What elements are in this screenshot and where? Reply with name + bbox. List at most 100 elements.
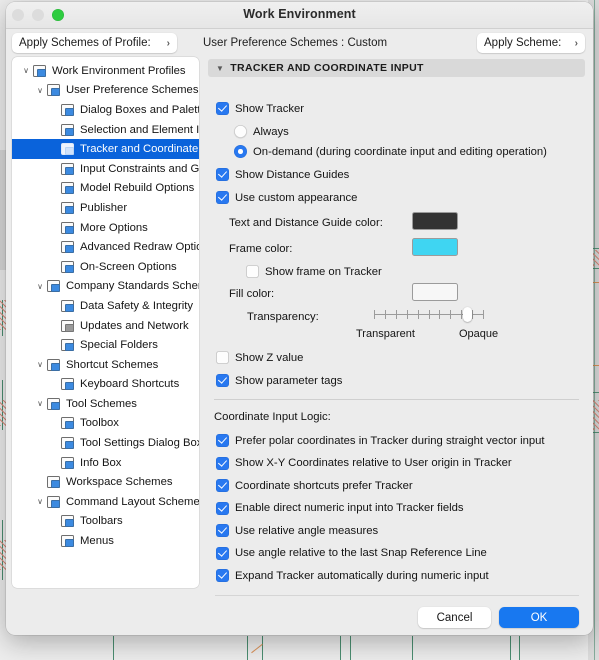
sidebar-item-label: More Options bbox=[80, 221, 148, 234]
sidebar-item-info-box[interactable]: Info Box bbox=[12, 453, 199, 473]
workspace-schemes-icon bbox=[46, 475, 62, 489]
chevron-down-icon[interactable]: ∨ bbox=[34, 399, 46, 408]
apply-scheme-button[interactable]: Apply Scheme: › bbox=[477, 33, 585, 53]
schemes-tree: ∨ Work Environment Profiles ∨ User Preferen… bbox=[12, 57, 199, 551]
always-radio[interactable] bbox=[234, 125, 247, 138]
sidebar-item-tool-schemes[interactable]: ∨ Tool Schemes bbox=[12, 394, 199, 414]
sidebar-item-label: Shortcut Schemes bbox=[66, 358, 159, 371]
slider-tick bbox=[472, 309, 474, 319]
show-parameter-tags-checkbox[interactable] bbox=[216, 374, 229, 387]
slider-thumb[interactable] bbox=[462, 307, 472, 322]
sidebar-item-work-environment-profiles[interactable]: ∨ Work Environment Profiles bbox=[12, 61, 199, 81]
use-custom-appearance-row[interactable]: Use custom appearance bbox=[216, 191, 357, 204]
text-guide-color-swatch[interactable] bbox=[412, 212, 458, 230]
chevron-down-icon[interactable]: ∨ bbox=[34, 497, 46, 506]
coordinate-logic-checkbox[interactable] bbox=[216, 524, 229, 537]
coordinate-logic-row[interactable]: Coordinate shortcuts prefer Tracker bbox=[216, 479, 413, 492]
coordinate-logic-row[interactable]: Prefer polar coordinates in Tracker duri… bbox=[216, 434, 545, 447]
show-tracker-label: Show Tracker bbox=[235, 102, 305, 115]
toolbox-icon bbox=[60, 416, 76, 430]
frame-color-swatch[interactable] bbox=[412, 238, 458, 256]
sidebar-item-toolbox[interactable]: Toolbox bbox=[12, 414, 199, 434]
sidebar-item-selection-and-element-informatic[interactable]: Selection and Element Informatic bbox=[12, 120, 199, 140]
triangle-down-icon[interactable]: ▼ bbox=[216, 64, 224, 73]
coordinate-logic-row[interactable]: Enable direct numeric input into Tracker… bbox=[216, 501, 464, 515]
show-frame-on-tracker-row[interactable]: Show frame on Tracker bbox=[246, 265, 382, 278]
chevron-down-icon[interactable]: ∨ bbox=[34, 360, 46, 369]
sidebar-item-tracker-and-coordinate-input[interactable]: Tracker and Coordinate Input bbox=[12, 139, 199, 159]
show-frame-on-tracker-label: Show frame on Tracker bbox=[265, 265, 382, 278]
sidebar-item-label: Special Folders bbox=[80, 339, 158, 352]
slider-tick bbox=[450, 309, 452, 319]
chevron-down-icon[interactable]: ∨ bbox=[34, 282, 46, 291]
sidebar-item-user-preference-schemes[interactable]: ∨ User Preference Schemes bbox=[12, 81, 199, 101]
sidebar-item-data-safety-integrity[interactable]: Data Safety & Integrity bbox=[12, 296, 199, 316]
show-distance-guides-row[interactable]: Show Distance Guides bbox=[216, 168, 349, 181]
coordinate-logic-checkbox[interactable] bbox=[216, 456, 229, 470]
show-z-value-row[interactable]: Show Z value bbox=[216, 351, 303, 364]
coordinate-logic-row[interactable]: Use relative angle measures bbox=[216, 524, 378, 537]
chevron-down-icon[interactable]: ∨ bbox=[34, 86, 46, 95]
coordinate-logic-label: Use angle relative to the last Snap Refe… bbox=[235, 547, 487, 559]
show-distance-guides-checkbox[interactable] bbox=[216, 168, 229, 181]
coordinate-logic-checkbox[interactable] bbox=[216, 546, 229, 560]
ok-button[interactable]: OK bbox=[499, 607, 579, 628]
sidebar-item-keyboard-shortcuts[interactable]: Keyboard Shortcuts bbox=[12, 375, 199, 395]
coordinate-logic-row[interactable]: Use angle relative to the last Snap Refe… bbox=[216, 546, 487, 560]
sidebar-item-label: User Preference Schemes bbox=[66, 84, 199, 97]
coordinate-logic-checkbox[interactable] bbox=[216, 501, 229, 515]
show-frame-on-tracker-checkbox[interactable] bbox=[246, 265, 259, 278]
sidebar-item-label: Input Constraints and Guides bbox=[80, 162, 199, 175]
sidebar-item-label: Data Safety & Integrity bbox=[80, 299, 194, 312]
chevron-down-icon[interactable]: ∨ bbox=[20, 66, 32, 75]
always-radio-row[interactable]: Always bbox=[234, 125, 289, 138]
sidebar-item-shortcut-schemes[interactable]: ∨ Shortcut Schemes bbox=[12, 355, 199, 375]
use-custom-appearance-checkbox[interactable] bbox=[216, 191, 229, 204]
show-tracker-row[interactable]: Show Tracker bbox=[216, 102, 304, 115]
coordinate-logic-checkbox[interactable] bbox=[216, 479, 229, 492]
sidebar-item-command-layout-schemes[interactable]: ∨ Command Layout Schemes bbox=[12, 492, 199, 512]
transparency-slider[interactable] bbox=[374, 307, 484, 322]
sidebar-item-company-standards-schemes[interactable]: ∨ Company Standards Schemes bbox=[12, 277, 199, 297]
slider-tick bbox=[384, 309, 386, 319]
sidebar-item-tool-settings-dialog-boxes[interactable]: Tool Settings Dialog Boxes bbox=[12, 433, 199, 453]
coordinate-logic-row[interactable]: Show X-Y Coordinates relative to User or… bbox=[216, 456, 512, 470]
data-safety-icon bbox=[60, 299, 76, 313]
slider-tick bbox=[406, 309, 408, 319]
sidebar-item-model-rebuild-options[interactable]: Model Rebuild Options bbox=[12, 179, 199, 199]
cancel-button[interactable]: Cancel bbox=[418, 607, 491, 628]
sidebar-item-toolbars[interactable]: Toolbars bbox=[12, 512, 199, 532]
sidebar-item-dialog-boxes-and-palettes[interactable]: Dialog Boxes and Palettes bbox=[12, 100, 199, 120]
coordinate-logic-checkbox[interactable] bbox=[216, 434, 229, 447]
show-z-value-checkbox[interactable] bbox=[216, 351, 229, 364]
settings-pane: ▼ TRACKER AND COORDINATE INPUT Show Trac… bbox=[199, 57, 593, 595]
sidebar-item-input-constraints-and-guides[interactable]: Input Constraints and Guides bbox=[12, 159, 199, 179]
section-header[interactable]: ▼ TRACKER AND COORDINATE INPUT bbox=[208, 59, 585, 77]
schemes-sidebar[interactable]: ∨ Work Environment Profiles ∨ User Preferen… bbox=[12, 57, 199, 588]
sidebar-item-on-screen-options[interactable]: On-Screen Options bbox=[12, 257, 199, 277]
on-demand-radio-row[interactable]: On-demand (during coordinate input and e… bbox=[234, 145, 547, 158]
sidebar-item-updates-and-network[interactable]: Updates and Network bbox=[12, 316, 199, 336]
on-demand-radio[interactable] bbox=[234, 145, 247, 158]
tool-settings-icon bbox=[60, 436, 76, 450]
sidebar-item-workspace-schemes[interactable]: Workspace Schemes bbox=[12, 472, 199, 492]
show-tracker-checkbox[interactable] bbox=[216, 102, 229, 115]
footer-divider bbox=[215, 595, 579, 596]
coordinate-input-logic-heading: Coordinate Input Logic: bbox=[214, 411, 331, 423]
sidebar-item-menus[interactable]: Menus bbox=[12, 531, 199, 551]
sidebar-item-publisher[interactable]: Publisher bbox=[12, 198, 199, 218]
user-preference-icon bbox=[46, 83, 62, 97]
monitor-profile-icon bbox=[32, 64, 48, 78]
apply-schemes-of-profile-button[interactable]: Apply Schemes of Profile: › bbox=[12, 33, 177, 53]
publisher-icon bbox=[60, 201, 76, 215]
special-folders-icon bbox=[60, 338, 76, 352]
show-parameter-tags-row[interactable]: Show parameter tags bbox=[216, 374, 342, 387]
sidebar-item-special-folders[interactable]: Special Folders bbox=[12, 335, 199, 355]
coordinate-logic-checkbox[interactable] bbox=[216, 569, 229, 582]
fill-color-swatch[interactable] bbox=[412, 283, 458, 301]
sidebar-item-more-options[interactable]: More Options bbox=[12, 218, 199, 238]
coordinate-logic-row[interactable]: Expand Tracker automatically during nume… bbox=[216, 569, 489, 582]
tool-schemes-icon bbox=[46, 397, 62, 411]
coordinate-logic-label: Use relative angle measures bbox=[235, 524, 379, 537]
sidebar-item-advanced-redraw-options[interactable]: Advanced Redraw Options bbox=[12, 237, 199, 257]
